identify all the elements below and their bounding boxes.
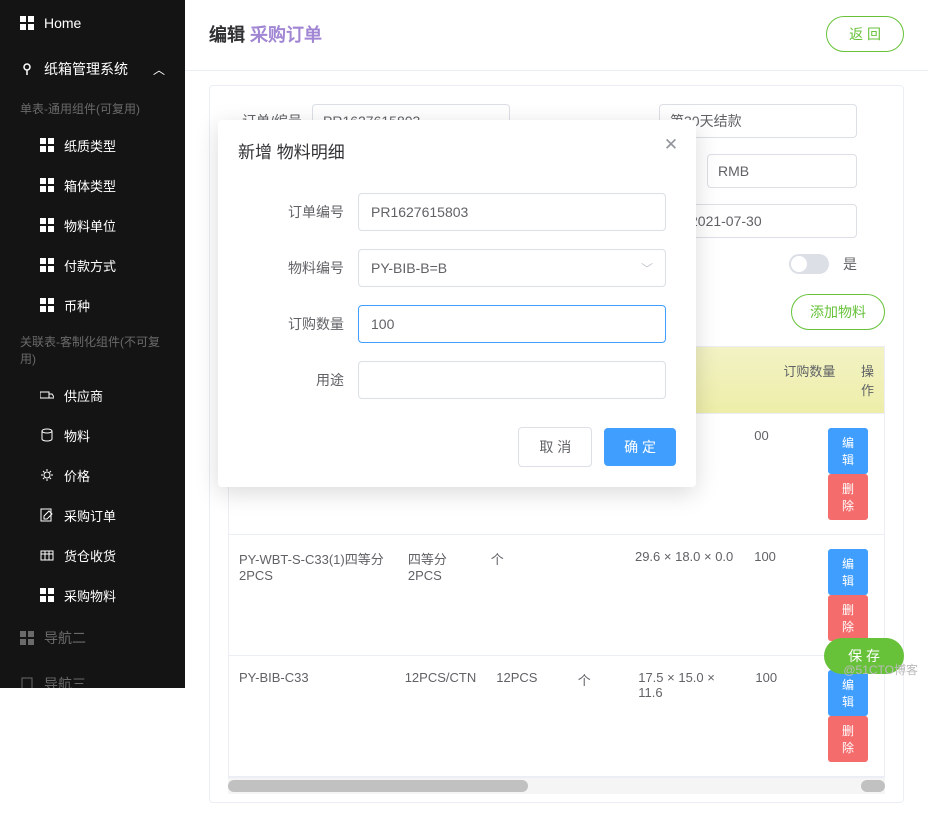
order-no-input[interactable]: PR1627615803 — [358, 193, 666, 231]
usage-label: 用途 — [248, 370, 358, 390]
modal-footer: 取 消 确 定 — [218, 423, 696, 487]
material-no-label: 物料编号 — [248, 258, 358, 278]
watermark: @51CTO博客 — [843, 661, 918, 678]
modal-header: 新增 物料明细 ✕ — [218, 120, 696, 171]
modal-body: 订单编号 PR1627615803 物料编号 PY-BIB-B=B﹀ 订购数量 … — [218, 171, 696, 423]
quantity-label: 订购数量 — [248, 314, 358, 334]
modal-title: 新增 物料明细 — [238, 138, 676, 163]
chevron-down-icon: ﹀ — [641, 260, 653, 277]
quantity-field[interactable] — [371, 316, 653, 332]
confirm-button[interactable]: 确 定 — [604, 428, 676, 466]
delete-button[interactable]: 删除 — [828, 716, 868, 762]
cancel-button[interactable]: 取 消 — [518, 427, 592, 467]
add-material-detail-modal: 新增 物料明细 ✕ 订单编号 PR1627615803 物料编号 PY-BIB-… — [218, 120, 696, 487]
material-no-select[interactable]: PY-BIB-B=B ﹀ — [358, 249, 666, 287]
material-no-value: PY-BIB-B=B — [371, 260, 447, 276]
close-icon[interactable]: ✕ — [662, 136, 680, 154]
horizontal-scrollbar[interactable] — [228, 778, 885, 794]
usage-field[interactable] — [371, 372, 653, 388]
order-no-value: PR1627615803 — [371, 204, 468, 220]
usage-input[interactable] — [358, 361, 666, 399]
quantity-input[interactable] — [358, 305, 666, 343]
order-no-label: 订单编号 — [248, 202, 358, 222]
